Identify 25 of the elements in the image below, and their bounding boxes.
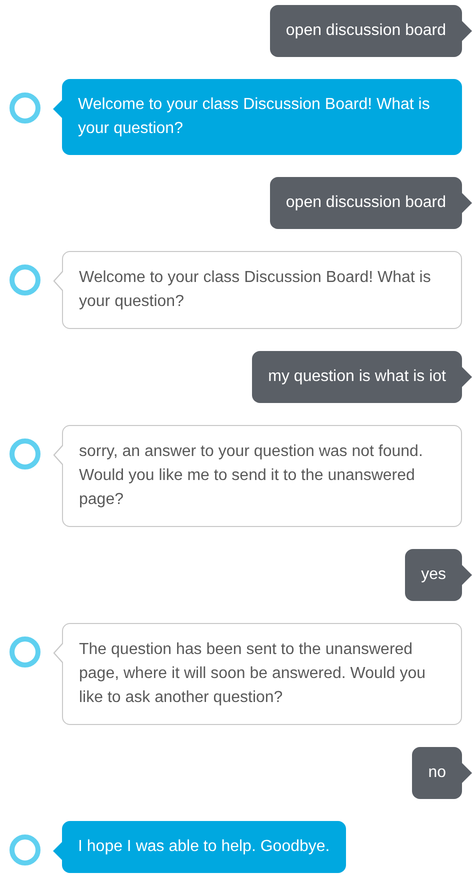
- bubble-tail: [53, 841, 63, 861]
- bubble-tail: [462, 21, 472, 41]
- user-message: my question is what is iot: [252, 351, 462, 403]
- bubble-tail: [462, 367, 472, 387]
- assistant-message: The question has been sent to the unanswered page, where it will soon be answered. Would you like to ask another question?: [62, 623, 462, 725]
- assistant-ring-icon: [8, 833, 42, 867]
- assistant-message: Welcome to your class Discussion Board! What is your question?: [62, 79, 462, 155]
- assistant-message: Welcome to your class Discussion Board! What is your question?: [62, 251, 462, 329]
- bubble-tail: [53, 99, 63, 119]
- assistant-message: sorry, an answer to your question was not found. Would you like me to send it to the unanswered page?: [62, 425, 462, 527]
- bubble-tail: [53, 271, 63, 291]
- bubble-tail: [462, 565, 472, 585]
- assistant-ring-icon: [8, 91, 42, 125]
- bubble-tail: [462, 193, 472, 213]
- bubble-tail: [53, 445, 63, 465]
- assistant-ring-icon: [8, 635, 42, 669]
- assistant-ring-icon: [8, 263, 42, 297]
- bubble-tail: [53, 643, 63, 663]
- user-message: yes: [405, 549, 462, 601]
- user-message: open discussion board: [270, 5, 462, 57]
- user-message: open discussion board: [270, 177, 462, 229]
- bubble-tail: [462, 763, 472, 783]
- user-message: no: [412, 747, 462, 799]
- assistant-ring-icon: [8, 437, 42, 471]
- assistant-message: I hope I was able to help. Goodbye.: [62, 821, 346, 873]
